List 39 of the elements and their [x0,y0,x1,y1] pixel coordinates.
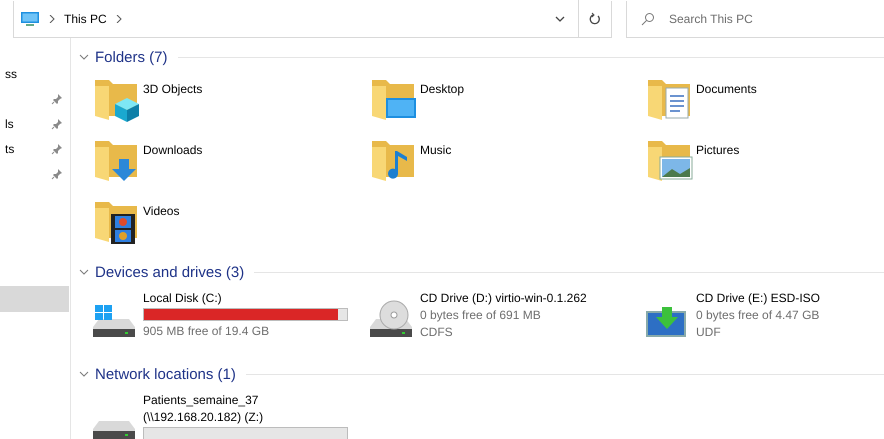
nav-item[interactable]: ls [0,111,69,136]
computer-icon[interactable] [20,10,40,26]
collapse-icon[interactable] [79,52,89,62]
collapse-icon[interactable] [79,369,89,379]
group-heading[interactable]: Devices and drives (3) [95,264,244,280]
file-system: UDF [696,325,722,339]
folder-name[interactable]: Downloads [143,135,202,192]
free-space: 905 MB free of 19.4 GB [143,324,270,338]
cd-drive-icon [370,300,412,337]
folder-name[interactable]: Documents [696,74,757,131]
drive-icon [93,305,135,337]
group-heading[interactable]: Folders (7) [95,48,168,66]
group-heading[interactable]: Network locations (1) [95,366,236,382]
folder-name[interactable]: 3D Objects [143,74,202,131]
drive-name[interactable]: Local Disk (C:) [143,291,348,305]
search-icon [641,12,655,26]
free-space: 0 bytes free of 691 MB [420,308,542,322]
nav-label[interactable]: ts [5,142,14,156]
chevron-icon[interactable] [49,14,55,22]
nav-label[interactable]: ss [5,66,17,80]
free-space: 0 bytes free of 4.47 GB [696,308,820,322]
drive-name[interactable]: CD Drive (E:) ESD-ISO [696,291,820,305]
network-drive-icon [93,421,135,439]
nav-item[interactable]: ts [0,136,69,161]
disc-image-icon [646,307,686,337]
drive-name[interactable]: Patients_semaine_37 [143,393,348,407]
nav-label[interactable]: ls [5,116,14,130]
folder-name[interactable]: Pictures [696,135,740,192]
nav-item[interactable]: ss [0,61,69,86]
drive-name[interactable]: CD Drive (D:) virtio-win-0.1.262 [420,291,587,305]
chevron-icon[interactable] [116,14,122,22]
refresh-icon[interactable] [588,12,602,26]
file-system: CDFS [420,325,454,339]
folder-name[interactable]: Videos [143,196,180,253]
breadcrumb[interactable]: This PC [64,12,107,26]
folder-name[interactable]: Music [420,135,452,192]
collapse-icon[interactable] [79,267,89,277]
drive-path: (\\192.168.20.182) (Z:) [143,410,264,424]
folder-name[interactable]: Desktop [420,74,464,131]
